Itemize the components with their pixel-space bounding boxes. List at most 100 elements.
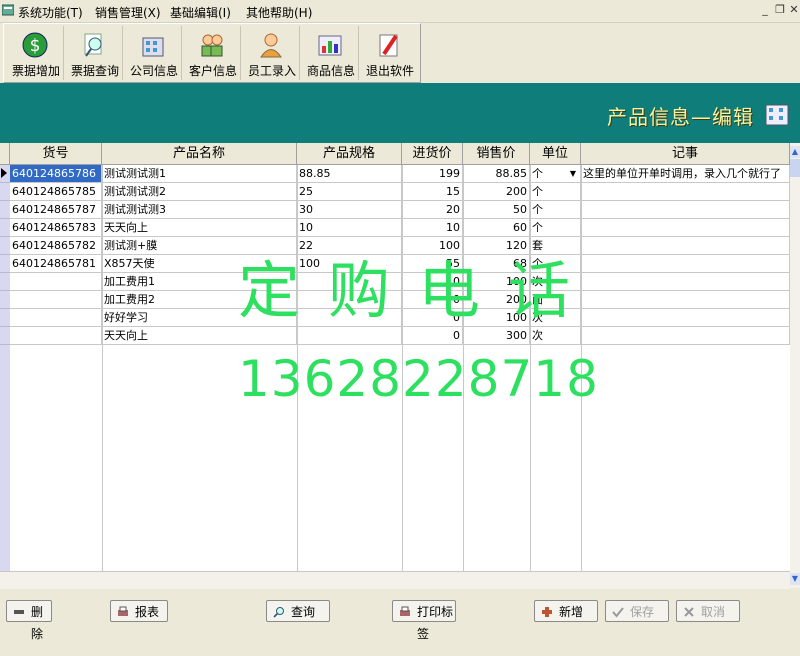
cell-unit[interactable]: 个 (530, 219, 581, 237)
cell-name[interactable]: 测试测试测1 (102, 165, 297, 183)
cell-cost[interactable]: 199 (402, 165, 463, 183)
scroll-thumb[interactable] (790, 159, 800, 177)
restore-icon[interactable]: ❐ (773, 3, 787, 17)
dropdown-arrow-icon[interactable]: ▼ (570, 165, 576, 182)
scroll-down-icon[interactable]: ▼ (790, 573, 800, 585)
cell-notes[interactable] (581, 183, 790, 201)
x-icon (684, 607, 694, 617)
cell-sku[interactable]: 640124865781 (10, 255, 102, 273)
toolbar-exit-label: 退出软件 (365, 64, 414, 78)
toolbar-add-invoice[interactable]: $ 票据增加 (6, 26, 64, 80)
cell-price[interactable]: 50 (463, 201, 530, 219)
cell-notes[interactable]: 这里的单位开单时调用，录入几个就行了 (581, 165, 790, 183)
add-button[interactable]: 新增 (534, 600, 598, 622)
horizontal-scrollbar[interactable] (0, 571, 790, 589)
cell-sku[interactable]: 640124865783 (10, 219, 102, 237)
query-button[interactable]: 查询 (266, 600, 330, 622)
menu-basic-edit[interactable]: 基础编辑(I) (170, 4, 231, 21)
cell-cost[interactable]: 15 (402, 183, 463, 201)
vertical-scrollbar[interactable]: ▲ ▼ (790, 143, 800, 588)
cell-sku[interactable]: 640124865786 (10, 165, 102, 183)
cell-notes[interactable] (581, 273, 790, 291)
building-icon (142, 37, 164, 57)
menu-sales[interactable]: 销售管理(X) (95, 4, 161, 21)
column-header-notes[interactable]: 记事 (581, 143, 790, 165)
watermark-line2: 13628228718 (238, 350, 599, 408)
column-header-sku[interactable]: 货号 (10, 143, 102, 165)
toolbar-product-info[interactable]: 商品信息 (301, 26, 359, 80)
cell-price[interactable]: 200 (463, 183, 530, 201)
row-selector[interactable] (0, 201, 10, 219)
row-selector[interactable] (0, 237, 10, 255)
cell-unit[interactable]: 个 (530, 201, 581, 219)
cell-spec[interactable]: 30 (297, 201, 402, 219)
column-header-cost[interactable]: 进货价 (402, 143, 463, 165)
close-icon[interactable]: ✕ (787, 3, 800, 17)
cell-sku[interactable]: 640124865787 (10, 201, 102, 219)
row-selector[interactable] (0, 255, 10, 273)
magnifier-icon (84, 33, 102, 57)
column-header-spec[interactable]: 产品规格 (297, 143, 402, 165)
toolbar-staff-entry[interactable]: 员工录入 (242, 26, 300, 80)
cell-name[interactable]: 测试测试测3 (102, 201, 297, 219)
cell-sku[interactable] (10, 309, 102, 327)
cancel-button[interactable]: 取消 (676, 600, 740, 622)
cell-sku[interactable] (10, 327, 102, 345)
cell-sku[interactable]: 640124865785 (10, 183, 102, 201)
row-selector[interactable] (0, 273, 10, 291)
row-selector[interactable] (0, 219, 10, 237)
bar-chart-icon (318, 35, 342, 56)
delete-button[interactable]: 删除 (6, 600, 52, 641)
cell-unit[interactable]: 个 ▼ (530, 165, 581, 183)
cell-unit[interactable]: 个 (530, 183, 581, 201)
save-button[interactable]: 保存 (605, 600, 669, 622)
cell-spec[interactable]: 88.85 (297, 165, 402, 183)
menu-system[interactable]: 系统功能(T) (18, 4, 83, 21)
cell-cost[interactable]: 10 (402, 219, 463, 237)
toolbar-query-invoice[interactable]: 票据查询 (65, 26, 123, 80)
scroll-up-icon[interactable]: ▲ (790, 146, 800, 158)
column-header-name[interactable]: 产品名称 (102, 143, 297, 165)
row-selector[interactable] (0, 327, 10, 345)
header-band: 产品信息—编辑 (0, 83, 800, 143)
row-selector[interactable] (0, 309, 10, 327)
toolbar-customer-info[interactable]: 客户信息 (183, 26, 241, 80)
building-icon (765, 104, 789, 126)
toolbar-exit[interactable]: 退出软件 (360, 26, 417, 80)
cell-notes[interactable] (581, 219, 790, 237)
cell-notes[interactable] (581, 201, 790, 219)
cell-notes[interactable] (581, 291, 790, 309)
cell-sku[interactable] (10, 273, 102, 291)
toolbar-company-info[interactable]: 公司信息 (124, 26, 182, 80)
cell-notes[interactable] (581, 327, 790, 345)
report-button[interactable]: 报表 (110, 600, 168, 622)
row-selector[interactable] (0, 291, 10, 309)
toolbar-add-invoice-label: 票据增加 (11, 64, 60, 78)
delete-button-label: 删除 (31, 605, 44, 641)
cell-notes[interactable] (581, 237, 790, 255)
cell-name[interactable]: 天天向上 (102, 219, 297, 237)
cell-name[interactable]: 测试测试测2 (102, 183, 297, 201)
add-button-label: 新增 (559, 605, 584, 619)
cell-cost[interactable]: 20 (402, 201, 463, 219)
cell-price[interactable]: 88.85 (463, 165, 530, 183)
cell-notes[interactable] (581, 309, 790, 327)
column-header-unit[interactable]: 单位 (530, 143, 581, 165)
print-label-button[interactable]: 打印标签 (392, 600, 456, 641)
row-selector[interactable] (0, 165, 10, 183)
printer-icon (400, 606, 410, 616)
menu-help[interactable]: 其他帮助(H) (246, 4, 312, 21)
cell-sku[interactable]: 640124865782 (10, 237, 102, 255)
cell-spec[interactable]: 10 (297, 219, 402, 237)
toolbar-customer-info-label: 客户信息 (188, 64, 237, 78)
cell-spec[interactable]: 25 (297, 183, 402, 201)
check-icon (612, 607, 624, 618)
cell-notes[interactable] (581, 255, 790, 273)
column-header-price[interactable]: 销售价 (463, 143, 530, 165)
cell-sku[interactable] (10, 291, 102, 309)
printer-icon (118, 606, 128, 616)
row-selector[interactable] (0, 183, 10, 201)
minimize-icon[interactable]: _ (758, 3, 772, 17)
users-icon (201, 34, 223, 57)
cell-price[interactable]: 60 (463, 219, 530, 237)
